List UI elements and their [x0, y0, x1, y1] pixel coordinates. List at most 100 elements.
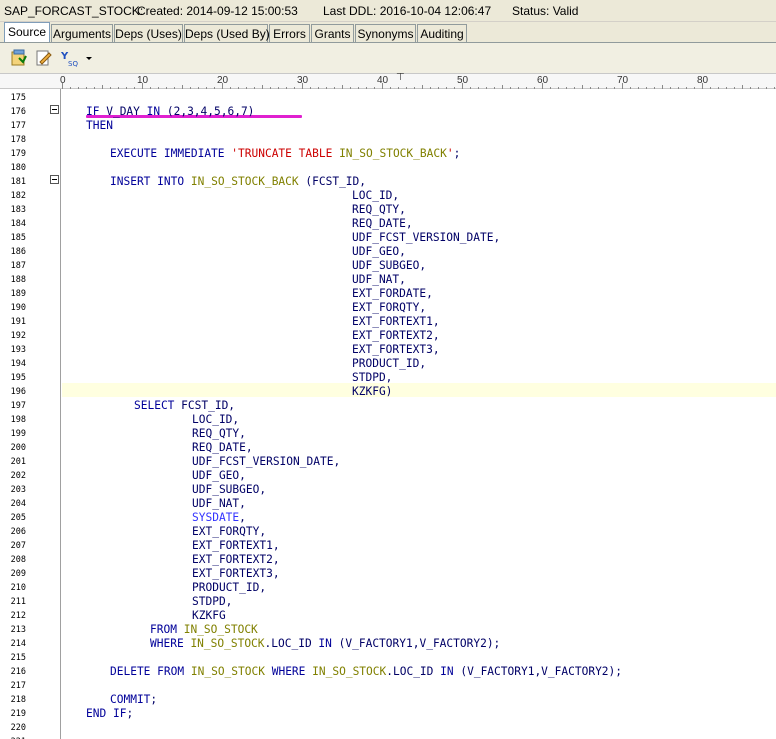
code-line[interactable]: UDF_GEO, [352, 245, 406, 259]
code-line[interactable]: STDPD, [352, 371, 392, 385]
line-number: 184 [10, 219, 26, 229]
code-line[interactable]: EXT_FORTEXT1, [352, 315, 440, 329]
code-line[interactable]: UDF_NAT, [192, 497, 246, 511]
tab-arguments[interactable]: Arguments [51, 24, 113, 43]
line-number: 216 [10, 667, 26, 677]
line-number: 192 [10, 331, 26, 341]
code-line[interactable]: REQ_QTY, [352, 203, 406, 217]
object-name: SAP_FORCAST_STOCK: [4, 4, 144, 18]
line-number: 202 [10, 471, 26, 481]
code-line[interactable]: REQ_QTY, [192, 427, 246, 441]
tab-auditing[interactable]: Auditing [417, 24, 467, 43]
code-line[interactable]: EXT_FORDATE, [352, 287, 433, 301]
code-line[interactable]: INSERT INTO IN_SO_STOCK_BACK (FCST_ID, [110, 175, 366, 189]
tab-source[interactable]: Source [4, 22, 50, 43]
line-number: 181 [10, 177, 26, 187]
line-number: 177 [10, 121, 26, 131]
column-ruler: 0 10 20 30 40 50 60 70 80 ⊤ [0, 72, 776, 89]
code-line[interactable]: COMMIT; [110, 693, 157, 707]
fold-toggle-icon[interactable] [50, 175, 59, 184]
code-line[interactable]: UDF_SUBGEO, [352, 259, 426, 273]
code-line[interactable]: IF V_DAY IN (2,3,4,5,6,7) [86, 105, 254, 119]
line-number: 188 [10, 275, 26, 285]
editor-toolbar: YSQL [0, 43, 776, 73]
last-ddl-date: Last DDL: 2016-10-04 12:06:47 [323, 4, 492, 18]
edit-icon[interactable] [35, 49, 53, 67]
line-number: 219 [10, 709, 26, 719]
code-line[interactable]: FROM IN_SO_STOCK [150, 623, 258, 637]
line-number: 178 [10, 135, 26, 145]
ruler-mark: 0 [60, 75, 66, 86]
ruler-mark: 80 [697, 75, 709, 86]
code-line[interactable]: PRODUCT_ID, [352, 357, 426, 371]
line-number: 217 [10, 681, 26, 691]
line-number: 197 [10, 401, 26, 411]
created-date: Created: 2014-09-12 15:00:53 [137, 4, 298, 18]
sql-format-icon[interactable]: YSQL [60, 49, 82, 68]
tab-errors[interactable]: Errors [269, 24, 310, 43]
tab-synonyms[interactable]: Synonyms [355, 24, 416, 43]
code-line[interactable]: SYSDATE, [192, 511, 246, 525]
tab-deps-uses[interactable]: Deps (Uses) [114, 24, 183, 43]
code-line[interactable]: DELETE FROM IN_SO_STOCK WHERE IN_SO_STOC… [110, 665, 622, 679]
compile-icon[interactable] [10, 49, 28, 67]
line-number: 218 [10, 695, 26, 705]
ruler-mark: 20 [217, 75, 229, 86]
fold-toggle-icon[interactable] [50, 105, 59, 114]
line-number: 179 [10, 149, 26, 159]
current-line-highlight [62, 383, 776, 397]
line-number: 193 [10, 345, 26, 355]
code-line[interactable]: SELECT FCST_ID, [134, 399, 235, 413]
code-line[interactable]: WHERE IN_SO_STOCK.LOC_ID IN (V_FACTORY1,… [150, 637, 500, 651]
code-line[interactable]: EXT_FORTEXT3, [352, 343, 440, 357]
code-line[interactable]: KZKFG [192, 609, 226, 623]
code-line[interactable]: REQ_DATE, [352, 217, 413, 231]
line-number: 196 [10, 387, 26, 397]
line-number: 194 [10, 359, 26, 369]
code-line[interactable]: THEN [86, 119, 113, 133]
svg-text:SQL: SQL [68, 60, 78, 67]
code-line[interactable]: EXT_FORTEXT2, [352, 329, 440, 343]
line-number: 211 [10, 597, 26, 607]
dropdown-arrow-icon[interactable] [84, 49, 94, 67]
code-line[interactable]: EXT_FORTEXT3, [192, 567, 280, 581]
tab-grants[interactable]: Grants [311, 24, 354, 43]
code-line[interactable]: EXT_FORTEXT1, [192, 539, 280, 553]
code-line[interactable]: UDF_SUBGEO, [192, 483, 266, 497]
code-line[interactable]: EXT_FORTEXT2, [192, 553, 280, 567]
code-line[interactable]: KZKFG) [352, 385, 392, 399]
object-info-bar: SAP_FORCAST_STOCK: Created: 2014-09-12 1… [0, 0, 776, 22]
code-line[interactable]: LOC_ID, [352, 189, 399, 203]
code-line[interactable]: EXT_FORQTY, [192, 525, 266, 539]
line-number: 183 [10, 205, 26, 215]
line-number: 206 [10, 527, 26, 537]
code-line[interactable]: EXT_FORQTY, [352, 301, 426, 315]
line-number: 189 [10, 289, 26, 299]
code-line[interactable]: UDF_NAT, [352, 273, 406, 287]
code-line[interactable]: END IF; [86, 707, 133, 721]
code-line[interactable]: STDPD, [192, 595, 232, 609]
code-line[interactable]: REQ_DATE, [192, 441, 253, 455]
line-number: 198 [10, 415, 26, 425]
line-number: 209 [10, 569, 26, 579]
line-number: 186 [10, 247, 26, 257]
line-number: 215 [10, 653, 26, 663]
line-number: 190 [10, 303, 26, 313]
code-editor[interactable]: 175 176 IF V_DAY IN (2,3,4,5,6,7) 177 THEN 17… [0, 89, 776, 739]
code-line[interactable]: UDF_FCST_VERSION_DATE, [192, 455, 340, 469]
tab-bar: Source Arguments Deps (Uses) Deps (Used … [0, 22, 776, 43]
line-number: 213 [10, 625, 26, 635]
code-line[interactable]: LOC_ID, [192, 413, 239, 427]
code-line[interactable]: EXECUTE IMMEDIATE 'TRUNCATE TABLE IN_SO_… [110, 147, 460, 161]
code-line[interactable]: UDF_FCST_VERSION_DATE, [352, 231, 500, 245]
line-number: 200 [10, 443, 26, 453]
ruler-mark: 30 [297, 75, 309, 86]
line-number: 214 [10, 639, 26, 649]
tab-deps-used-by[interactable]: Deps (Used By) [184, 24, 270, 43]
ruler-mark: 50 [457, 75, 469, 86]
line-number: 175 [10, 93, 26, 103]
ruler-caret-marker: ⊤ [396, 72, 405, 83]
line-number: 212 [10, 611, 26, 621]
code-line[interactable]: PRODUCT_ID, [192, 581, 266, 595]
code-line[interactable]: UDF_GEO, [192, 469, 246, 483]
